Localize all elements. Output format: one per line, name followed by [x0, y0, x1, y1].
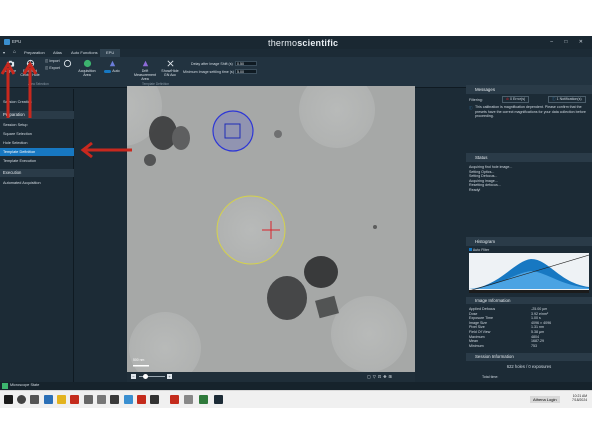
right-panel: Messages Filtering: ⊘ 0 Error(s) ⓘ 1 Not…	[466, 85, 592, 382]
messages-header[interactable]: Messages	[466, 85, 592, 94]
title-bar: EPU thermoscientific – □ ✕	[0, 36, 592, 49]
app-blue-icon[interactable]	[124, 395, 133, 404]
histogram-plot	[469, 253, 589, 293]
start-icon[interactable]	[4, 395, 13, 404]
delay-label: Delay after Image Shift (s)	[191, 62, 233, 66]
app-red2-icon[interactable]	[137, 395, 146, 404]
settle-label: Minimum Image settling time (s)	[183, 70, 234, 74]
search-icon[interactable]	[17, 395, 26, 404]
drift-area-marker	[212, 110, 254, 152]
ribbon-toolbar: Acquire Find And Center Hole ◫ Import ◫ …	[0, 57, 592, 88]
top-margin	[0, 0, 592, 36]
folder-icon[interactable]	[57, 395, 66, 404]
acquisition-area-icon	[83, 59, 91, 68]
em-image[interactable]: 500 nm	[127, 86, 415, 372]
info-icon: ⓘ	[469, 106, 473, 110]
hole-selection-item[interactable]: Hole Selection	[0, 139, 74, 147]
image-viewer: 500 nm − + ▢▽⊡✥⊞	[127, 86, 415, 382]
app-dark-icon[interactable]	[110, 395, 119, 404]
delay-input[interactable]	[235, 61, 257, 66]
session-holes: 622 holes / 0 exposures	[506, 364, 552, 369]
info-row: Minimum 753	[469, 343, 537, 348]
clock[interactable]: 10:21 AM 7/18/2024	[572, 394, 587, 402]
menu-dropdown-icon[interactable]: ▾	[3, 50, 5, 55]
menu-epu[interactable]: EPU	[100, 49, 121, 57]
auto-filter-checkbox[interactable]: Auto Filter	[469, 248, 489, 253]
taskview-icon[interactable]	[30, 395, 39, 404]
brand-logo: thermoscientific	[268, 38, 339, 48]
image-information-header[interactable]: Image Information	[466, 297, 592, 304]
settle-input[interactable]	[235, 69, 257, 74]
session-setup-item[interactable]: Session Setup	[0, 121, 74, 129]
epu-taskbar-icon[interactable]	[214, 395, 223, 404]
app-gray-icon[interactable]	[84, 395, 93, 404]
settle-field-row: Minimum Image settling time (s)	[183, 69, 263, 74]
toggle-switch[interactable]	[104, 69, 112, 73]
export-button[interactable]: ◫ Export	[45, 66, 65, 70]
window-controls[interactable]: – □ ✕	[550, 39, 588, 45]
microscope-state-label[interactable]: Microscope State	[10, 383, 39, 387]
app-gray2-icon[interactable]	[97, 395, 106, 404]
viewer-toolbar: − + ▢▽⊡✥⊞	[127, 372, 415, 382]
template-definition-item[interactable]: Template Definition	[0, 148, 74, 156]
menu-preparation[interactable]: Preparation	[24, 50, 45, 55]
app-red3-icon[interactable]	[170, 395, 179, 404]
status-header[interactable]: Status	[466, 153, 592, 162]
filtering-label: Filtering:	[469, 98, 483, 102]
drift-measurement-area-button[interactable]: Drift Measurement Area	[134, 59, 156, 81]
execution-section[interactable]: Execution	[0, 169, 74, 177]
view-tool-icons[interactable]: ▢▽⊡✥⊞	[367, 374, 394, 379]
session-total-time: Total time:	[482, 375, 499, 379]
message-text: This calibration is magnification depend…	[475, 105, 586, 119]
zoom-slider-thumb[interactable]	[143, 374, 148, 379]
epu-window: EPU thermoscientific – □ ✕ ▾ ⌂ Preparati…	[0, 36, 592, 390]
status-log: Acquiring find hole image... Setting Opti…	[469, 165, 513, 192]
status-bar: Microscope State	[0, 382, 592, 390]
app-green-icon[interactable]	[199, 395, 208, 404]
histogram-header[interactable]: Histogram	[466, 237, 592, 246]
show-hide-button[interactable]: Show/Hide GN Acc	[160, 59, 180, 77]
workflow-panel: Session Creation Preparation Session Set…	[0, 89, 74, 382]
scale-bar-label: 500 nm	[133, 358, 145, 362]
explorer-icon[interactable]	[44, 395, 53, 404]
athena-login-button[interactable]: Athena Login	[530, 396, 560, 403]
drift-icon	[142, 60, 148, 67]
app-dark2-icon[interactable]	[150, 395, 159, 404]
menu-bar: ▾ ⌂ Preparation Atlas Auto Functions EPU	[0, 49, 592, 57]
annotation-arrow-left	[80, 141, 132, 159]
app-gray3-icon[interactable]	[184, 395, 193, 404]
session-information-header[interactable]: Session Information	[466, 353, 592, 361]
home-icon[interactable]: ⌂	[13, 49, 16, 55]
hole-br	[331, 296, 407, 372]
menu-auto-functions[interactable]: Auto Functions	[71, 50, 98, 55]
errors-filter-button[interactable]: ⊘ 0 Error(s)	[502, 96, 530, 103]
windows-taskbar: Athena Login 10:21 AM 7/18/2024	[0, 390, 592, 408]
microscope-state-icon	[2, 383, 8, 389]
template-execution-item[interactable]: Template Execution	[0, 157, 74, 165]
app-red-icon[interactable]	[70, 395, 79, 404]
import-button[interactable]: ◫ Import	[45, 59, 65, 63]
cross-icon	[166, 60, 174, 67]
grid-image-svg	[127, 86, 415, 372]
zoom-out-button[interactable]: −	[131, 374, 136, 379]
automated-acquisition-item[interactable]: Automated Acquisition	[0, 179, 74, 187]
acquisition-area-button[interactable]: Acquisition Area	[76, 59, 98, 77]
zoom-in-button[interactable]: +	[167, 374, 172, 379]
window-title: EPU	[12, 39, 22, 44]
app-icon	[4, 39, 10, 45]
annotation-arrows-up	[0, 61, 38, 118]
template-icon[interactable]	[63, 59, 72, 69]
delay-field-row: Delay after Image Shift (s)	[191, 61, 261, 66]
auto-focus-icon	[109, 60, 115, 67]
image-info-table: Applied Defocus -25.00 µm Dose 3.92 e/nm² …	[469, 307, 589, 348]
notifications-filter-button[interactable]: ⓘ 1 Notification(s)	[548, 96, 586, 103]
menu-atlas[interactable]: Atlas	[53, 50, 62, 55]
auto-toggle[interactable]: Auto	[101, 59, 123, 73]
square-selection-item[interactable]: Square Selection	[0, 130, 74, 138]
